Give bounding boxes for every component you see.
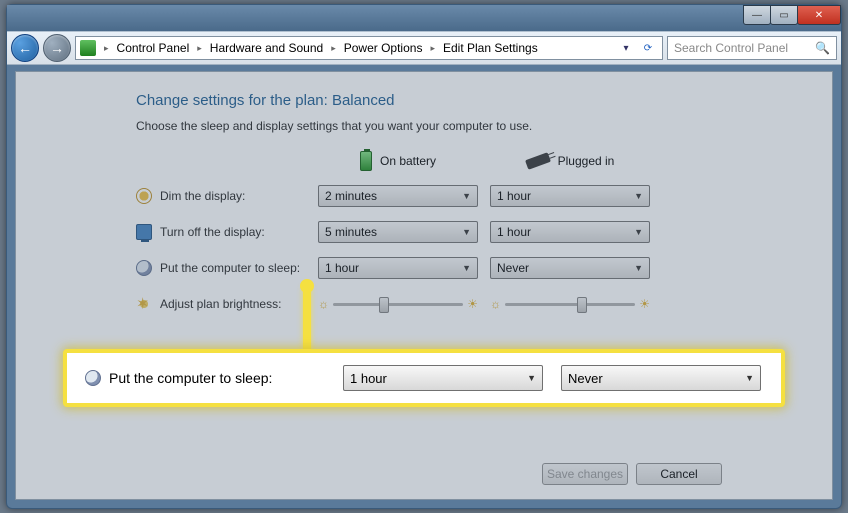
dim-plugged-dropdown[interactable]: 1 hour▼: [490, 185, 650, 207]
sun-high-icon: ☀: [467, 297, 478, 311]
breadcrumb[interactable]: Power Options: [340, 41, 427, 55]
search-placeholder: Search Control Panel: [674, 41, 788, 55]
close-button[interactable]: ✕: [797, 5, 841, 25]
plug-icon: [525, 152, 551, 170]
chevron-right-icon: ▸: [195, 43, 204, 54]
search-icon: 🔍: [815, 41, 830, 55]
breadcrumb[interactable]: Edit Plan Settings: [439, 41, 542, 55]
chevron-down-icon: ▼: [527, 373, 536, 383]
content-pane: Change settings for the plan: Balanced C…: [15, 71, 833, 500]
chevron-down-icon: ▼: [634, 227, 643, 237]
column-header-plugged: Plugged in: [490, 154, 650, 168]
sleep-icon: [136, 260, 152, 276]
search-input[interactable]: Search Control Panel 🔍: [667, 36, 837, 60]
turnoff-battery-dropdown[interactable]: 5 minutes▼: [318, 221, 478, 243]
page-title: Change settings for the plan: Balanced: [136, 92, 722, 109]
dim-battery-dropdown[interactable]: 2 minutes▼: [318, 185, 478, 207]
back-button[interactable]: ←: [11, 34, 39, 62]
row-label-turnoff: Turn off the display:: [136, 224, 306, 240]
dim-display-icon: [136, 188, 152, 204]
row-label-sleep: Put the computer to sleep:: [136, 260, 306, 276]
navigation-bar: ← → ▸ Control Panel ▸ Hardware and Sound…: [7, 31, 841, 65]
maximize-button[interactable]: ▭: [770, 5, 798, 25]
chevron-down-icon: ▼: [462, 263, 471, 273]
address-bar[interactable]: ▸ Control Panel ▸ Hardware and Sound ▸ P…: [75, 36, 663, 60]
turnoff-plugged-dropdown[interactable]: 1 hour▼: [490, 221, 650, 243]
sun-low-icon: ☼: [318, 297, 329, 311]
page-subtitle: Choose the sleep and display settings th…: [136, 119, 722, 133]
row-label-brightness: Adjust plan brightness:: [136, 296, 306, 312]
breadcrumb[interactable]: Control Panel: [113, 41, 194, 55]
brightness-icon: [136, 296, 152, 312]
chevron-right-icon: ▸: [102, 43, 111, 54]
cancel-button[interactable]: Cancel: [636, 463, 722, 485]
column-header-battery: On battery: [318, 151, 478, 171]
window: — ▭ ✕ ← → ▸ Control Panel ▸ Hardware and…: [6, 4, 842, 509]
control-panel-icon: [80, 40, 96, 56]
chevron-right-icon: ▸: [329, 43, 338, 54]
minimize-button[interactable]: —: [743, 5, 771, 25]
chevron-right-icon: ▸: [428, 43, 437, 54]
chevron-down-icon: ▼: [462, 191, 471, 201]
address-dropdown-button[interactable]: ▾: [616, 38, 636, 58]
monitor-icon: [136, 224, 152, 240]
breadcrumb[interactable]: Hardware and Sound: [206, 41, 327, 55]
callout-highlight: Put the computer to sleep: 1 hour▼ Never…: [63, 349, 785, 407]
sun-high-icon: ☀: [639, 297, 650, 311]
chevron-down-icon: ▼: [745, 373, 754, 383]
sleep-icon: [85, 370, 101, 386]
titlebar: — ▭ ✕: [7, 5, 841, 31]
sleep-battery-dropdown[interactable]: 1 hour▼: [318, 257, 478, 279]
annotation-pointer: [303, 285, 311, 355]
callout-sleep-plugged-dropdown[interactable]: Never▼: [561, 365, 761, 391]
save-button[interactable]: Save changes: [542, 463, 628, 485]
brightness-plugged-slider[interactable]: ☼ ☀: [490, 293, 650, 315]
row-label-dim: Dim the display:: [136, 188, 306, 204]
battery-icon: [360, 151, 372, 171]
chevron-down-icon: ▼: [634, 191, 643, 201]
sun-low-icon: ☼: [490, 297, 501, 311]
chevron-down-icon: ▼: [634, 263, 643, 273]
callout-sleep-battery-dropdown[interactable]: 1 hour▼: [343, 365, 543, 391]
callout-label: Put the computer to sleep:: [85, 370, 325, 386]
sleep-plugged-dropdown[interactable]: Never▼: [490, 257, 650, 279]
refresh-button[interactable]: ⟳: [638, 38, 658, 58]
forward-button[interactable]: →: [43, 34, 71, 62]
chevron-down-icon: ▼: [462, 227, 471, 237]
brightness-battery-slider[interactable]: ☼ ☀: [318, 293, 478, 315]
